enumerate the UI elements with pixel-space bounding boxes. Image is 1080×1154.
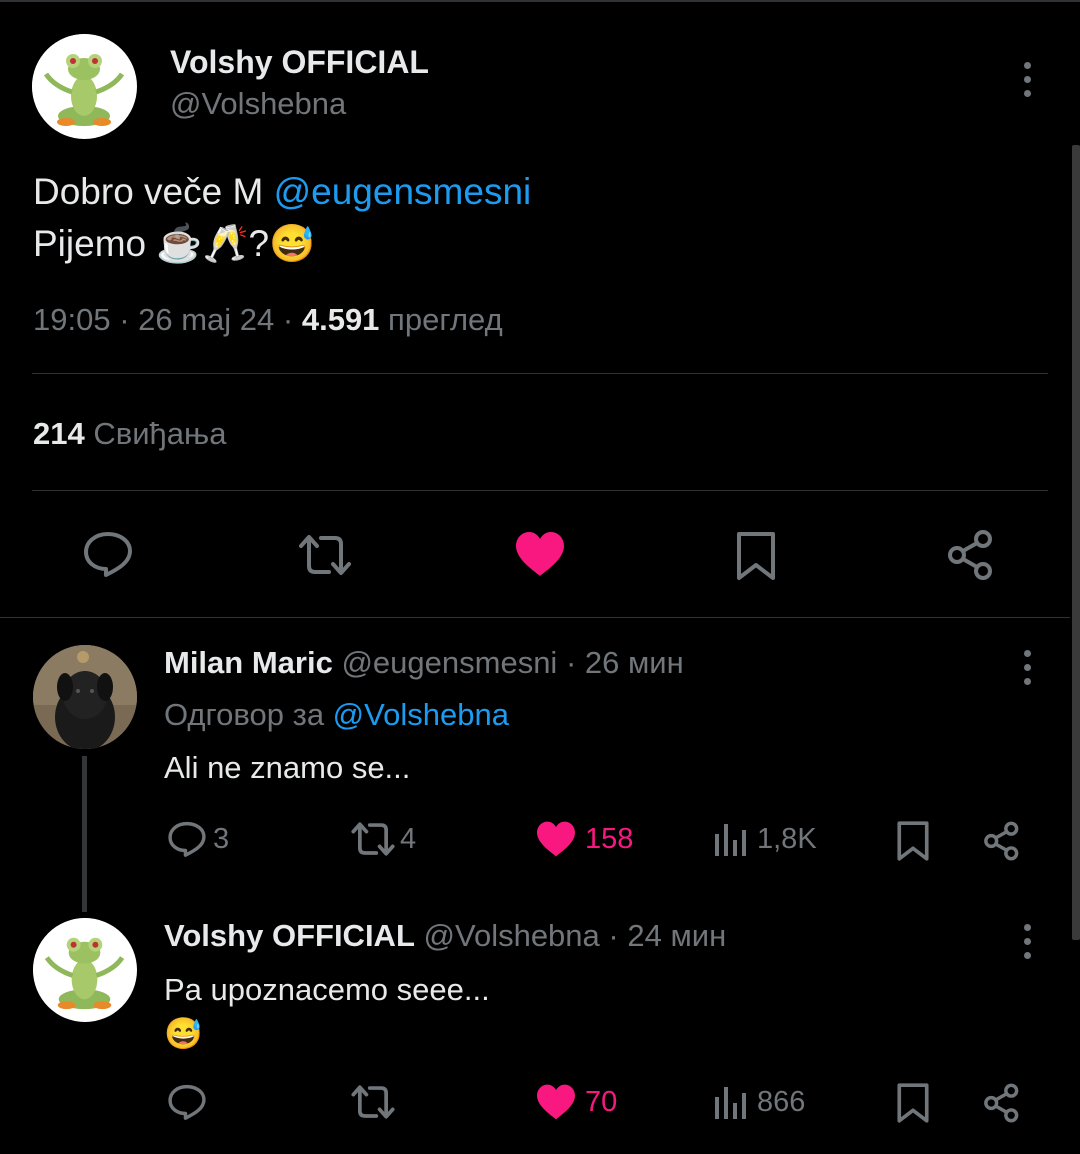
scrollbar[interactable] xyxy=(1072,145,1080,940)
reply2-bookmark-button[interactable] xyxy=(896,1082,930,1124)
dog-avatar-icon xyxy=(33,645,137,749)
reply1-author-handle[interactable]: @eugensmesni xyxy=(341,645,557,680)
bookmark-button[interactable] xyxy=(735,530,777,582)
reply1-reply-count: 3 xyxy=(213,822,230,855)
views-label-text: преглед xyxy=(388,302,503,337)
retweet-icon xyxy=(299,535,351,575)
reply-button[interactable] xyxy=(82,530,134,578)
tweet-text-line2: Pijemo ☕🥂?😅 xyxy=(33,223,316,264)
reply2-separator: · xyxy=(599,918,628,953)
reply1-views-button[interactable]: 1,8K xyxy=(713,820,817,858)
reply2-author-handle[interactable]: @Volshebna xyxy=(424,918,600,953)
views-icon xyxy=(715,1087,746,1119)
tweet-time[interactable]: 19:05 xyxy=(33,302,111,337)
bookmark-icon xyxy=(737,532,775,580)
reply1-reply-to-label: Одговор за xyxy=(164,697,333,732)
meta-divider xyxy=(32,373,1048,374)
reply2-like-count: 70 xyxy=(585,1085,618,1118)
reply2-text-line1: Pa upoznacemo seee... xyxy=(164,972,490,1007)
reply2-text: Pa upoznacemo seee... 😅 xyxy=(164,968,490,1056)
reply2-reply-button[interactable] xyxy=(167,1083,213,1121)
views-label xyxy=(379,302,388,337)
bookmark-icon xyxy=(897,1083,929,1123)
reply2-views-button[interactable]: 866 xyxy=(713,1083,805,1121)
tweet-meta: 19:05 · 26 maj 24 · 4.591 преглед xyxy=(33,302,503,338)
reply1-reply-to-handle[interactable]: @Volshebna xyxy=(333,697,509,732)
reply2-time[interactable]: 24 мин xyxy=(627,918,726,953)
meta-separator: · xyxy=(274,302,302,337)
reply2-share-button[interactable] xyxy=(982,1082,1022,1124)
reply2-view-count: 866 xyxy=(757,1085,806,1118)
heart-icon xyxy=(537,1084,575,1120)
actions-divider xyxy=(0,617,1070,618)
reply2-retweet-button[interactable] xyxy=(350,1083,400,1121)
likes-label: Свиђања xyxy=(93,416,227,451)
bookmark-icon xyxy=(897,821,929,861)
reply2-author-name[interactable]: Volshy OFFICIAL xyxy=(164,918,415,953)
reply1-share-button[interactable] xyxy=(982,820,1022,862)
heart-icon xyxy=(537,821,575,857)
thread-line xyxy=(82,756,87,912)
reply-icon xyxy=(168,821,206,857)
frog-avatar-icon xyxy=(33,918,137,1022)
share-button[interactable] xyxy=(945,528,997,582)
reply1-like-button[interactable]: 158 xyxy=(535,820,633,858)
reply1-bookmark-button[interactable] xyxy=(896,820,930,862)
reply2-text-line2: 😅 xyxy=(164,1016,203,1051)
likes-count: 214 xyxy=(33,416,85,451)
retweet-icon xyxy=(351,1085,395,1119)
mention-link[interactable]: @eugensmesni xyxy=(274,171,532,212)
retweet-icon xyxy=(351,822,395,856)
reply1-reply-to: Одговор за @Volshebna xyxy=(164,697,509,733)
reply1-author-avatar[interactable] xyxy=(33,645,137,749)
retweet-button[interactable] xyxy=(297,532,353,578)
tweet-text-line1: Dobro veče M xyxy=(33,171,274,212)
top-divider xyxy=(0,0,1080,2)
reply2-author-avatar[interactable] xyxy=(33,918,137,1022)
reply2-more-icon[interactable] xyxy=(1021,924,1033,959)
reply1-separator: · xyxy=(557,645,585,680)
reply1-text: Ali ne znamo se... xyxy=(164,750,411,785)
reply-icon xyxy=(84,532,132,577)
like-button[interactable] xyxy=(514,530,566,578)
reply1-time[interactable]: 26 мин xyxy=(585,645,684,680)
share-icon xyxy=(948,530,992,580)
main-author-handle[interactable]: @Volshebna xyxy=(170,86,346,122)
likes-divider xyxy=(32,490,1048,491)
reply1-retweet-button[interactable]: 4 xyxy=(350,820,416,858)
reply1-reply-button[interactable]: 3 xyxy=(167,820,229,858)
views-icon xyxy=(715,824,746,856)
heart-icon xyxy=(516,532,564,576)
reply2-header: Volshy OFFICIAL @Volshebna · 24 мин xyxy=(164,918,726,954)
meta-separator: · xyxy=(110,302,139,337)
reply1-author-name[interactable]: Milan Maric xyxy=(164,645,333,680)
main-tweet-text: Dobro veče M @eugensmesni Pijemo ☕🥂?😅 xyxy=(33,166,531,270)
share-icon xyxy=(984,1083,1019,1123)
reply1-view-count: 1,8K xyxy=(757,822,817,855)
main-author-name[interactable]: Volshy OFFICIAL xyxy=(170,44,429,81)
main-more-icon[interactable] xyxy=(1021,62,1033,97)
reply1-like-count: 158 xyxy=(585,822,634,855)
tweet-date[interactable]: 26 maj 24 xyxy=(138,302,274,337)
share-icon xyxy=(984,821,1019,861)
frog-avatar-icon xyxy=(32,34,136,138)
reply1-retweet-count: 4 xyxy=(400,822,417,855)
reply1-header: Milan Maric @eugensmesni · 26 мин xyxy=(164,645,684,681)
main-author-avatar[interactable] xyxy=(32,34,137,139)
reply-icon xyxy=(168,1084,206,1120)
reply1-more-icon[interactable] xyxy=(1021,650,1033,685)
reply2-like-button[interactable]: 70 xyxy=(535,1083,617,1121)
views-count: 4.591 xyxy=(301,302,380,337)
likes-summary[interactable]: 214 Свиђања xyxy=(33,416,226,452)
